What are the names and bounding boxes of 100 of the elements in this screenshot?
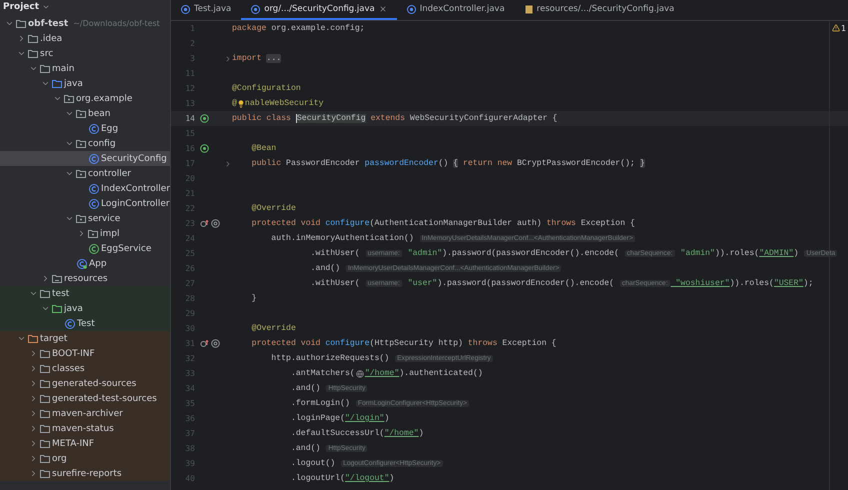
chevron-down-icon[interactable] bbox=[41, 304, 50, 313]
tree-item[interactable]: target bbox=[0, 331, 170, 346]
bean-icon[interactable] bbox=[200, 144, 209, 153]
chevron-right-icon[interactable] bbox=[29, 424, 38, 433]
tree-item[interactable]: maven-status bbox=[0, 421, 170, 436]
tree-label: main bbox=[52, 64, 74, 74]
tree-item[interactable]: Egg bbox=[0, 121, 170, 136]
code-text: configure bbox=[325, 339, 370, 348]
chevron-right-icon[interactable] bbox=[29, 454, 38, 463]
chevron-down-icon[interactable] bbox=[65, 109, 74, 118]
chevron-down-icon[interactable] bbox=[53, 94, 62, 103]
tree-label: service bbox=[88, 214, 120, 224]
code-text: ) bbox=[418, 429, 424, 438]
editor-tab[interactable]: IndexController.java bbox=[396, 0, 515, 20]
tree-item[interactable]: org.example bbox=[0, 91, 170, 106]
tree-item[interactable]: LoginController bbox=[0, 196, 170, 211]
code-text: ).password(passwordEncoder().encode( bbox=[437, 279, 616, 288]
code-text: BCryptPasswordEncoder(); bbox=[517, 159, 636, 168]
code-text: .defaultSuccessUrl( bbox=[290, 429, 384, 438]
tree-item[interactable]: resources bbox=[0, 271, 170, 286]
code-text: ).authenticated() bbox=[399, 369, 483, 378]
tree-item[interactable]: bean bbox=[0, 106, 170, 121]
chevron-right-icon[interactable] bbox=[29, 439, 38, 448]
code-text: .and() bbox=[310, 264, 342, 273]
chevron-down-icon[interactable] bbox=[29, 64, 38, 73]
fold-chevron-icon[interactable] bbox=[224, 54, 232, 62]
tree-item[interactable]: .idea bbox=[0, 31, 170, 46]
tree-item[interactable]: Test bbox=[0, 316, 170, 331]
override-icon[interactable] bbox=[200, 339, 209, 348]
tree-item[interactable]: SecurityConfig bbox=[0, 151, 170, 166]
tree-item[interactable]: src bbox=[0, 46, 170, 61]
chevron-right-icon[interactable] bbox=[29, 469, 38, 478]
chevron-down-icon[interactable] bbox=[41, 79, 50, 88]
tree-item[interactable]: classes bbox=[0, 361, 170, 376]
tree-item[interactable]: IndexController bbox=[0, 181, 170, 196]
chevron-down-icon[interactable] bbox=[65, 139, 74, 148]
tree-item[interactable]: generated-sources bbox=[0, 376, 170, 391]
chevron-down-icon[interactable] bbox=[42, 3, 50, 11]
bean-icon[interactable] bbox=[200, 114, 209, 123]
code-text: @Override bbox=[250, 204, 296, 213]
close-icon[interactable] bbox=[378, 5, 387, 13]
tree-item[interactable]: java bbox=[0, 301, 170, 316]
chevron-down-icon[interactable] bbox=[65, 169, 74, 178]
tree-item[interactable]: BOOT-INF bbox=[0, 346, 170, 361]
tree-label: config bbox=[88, 138, 116, 148]
warning-count[interactable]: 1 bbox=[840, 24, 846, 33]
tree-item[interactable]: App bbox=[0, 256, 170, 271]
panel-title[interactable]: Project bbox=[3, 2, 40, 12]
chevron-down-icon[interactable] bbox=[17, 334, 26, 343]
tree-item[interactable]: test bbox=[0, 286, 170, 301]
chevron-right-icon[interactable] bbox=[29, 379, 38, 388]
code-text: (HttpSecurity http) bbox=[370, 339, 464, 348]
tree-item[interactable]: maven-archiver bbox=[0, 406, 170, 421]
chevron-right-icon[interactable] bbox=[29, 364, 38, 373]
warning-icon[interactable] bbox=[832, 24, 840, 32]
tree-item[interactable]: generated-test-sources bbox=[0, 391, 170, 406]
tree-item[interactable]: META-INF bbox=[0, 436, 170, 451]
chevron-down-icon[interactable] bbox=[65, 214, 74, 223]
chevron-down-icon[interactable] bbox=[5, 19, 14, 28]
lightbulb-icon[interactable] bbox=[236, 100, 245, 108]
editor-tab[interactable]: Test.java bbox=[171, 0, 242, 20]
editor-tab[interactable]: org/.../SecurityConfig.java bbox=[241, 0, 397, 20]
code-text: () bbox=[438, 159, 450, 168]
code-text: .and() bbox=[290, 384, 322, 393]
chevron-right-icon[interactable] bbox=[77, 229, 86, 238]
chevron-down-icon[interactable] bbox=[17, 49, 26, 58]
chevron-right-icon[interactable] bbox=[29, 349, 38, 358]
tree-item[interactable]: controller bbox=[0, 166, 170, 181]
code-text: protected void bbox=[250, 219, 322, 228]
override-icon[interactable] bbox=[200, 219, 209, 228]
tree-item[interactable]: obf-test ~/Downloads/obf-test bbox=[0, 16, 170, 31]
chevron-down-icon[interactable] bbox=[29, 289, 38, 298]
tree-item[interactable]: impl bbox=[0, 226, 170, 241]
tree-label: org bbox=[52, 454, 67, 464]
tree-item[interactable]: service bbox=[0, 211, 170, 226]
tree-item[interactable]: EggService bbox=[0, 241, 170, 256]
tree-item[interactable]: surefire-reports bbox=[0, 466, 170, 481]
tree-item[interactable]: config bbox=[0, 136, 170, 151]
code-text: ) bbox=[384, 414, 390, 423]
folded-code[interactable]: { bbox=[453, 159, 458, 168]
at-sign-icon[interactable] bbox=[211, 219, 220, 228]
folded-code[interactable]: } bbox=[640, 159, 645, 168]
tree-item[interactable]: java bbox=[0, 76, 170, 91]
editor-tab[interactable]: resources/.../SecurityConfig.java bbox=[514, 0, 684, 20]
globe-icon[interactable] bbox=[356, 370, 364, 378]
at-sign-icon[interactable] bbox=[211, 339, 220, 348]
chevron-right-icon[interactable] bbox=[17, 34, 26, 43]
tree-item[interactable]: org bbox=[0, 451, 170, 466]
chevron-right-icon[interactable] bbox=[29, 409, 38, 418]
code-text: @Bean bbox=[250, 144, 276, 153]
code-text: .logout() bbox=[290, 459, 336, 468]
tree-item[interactable]: main bbox=[0, 61, 170, 76]
fold-chevron-icon[interactable] bbox=[224, 160, 232, 168]
chevron-right-icon[interactable] bbox=[29, 394, 38, 403]
folded-code[interactable]: ... bbox=[266, 54, 282, 63]
package-icon bbox=[76, 109, 86, 118]
chevron-right-icon[interactable] bbox=[41, 274, 50, 283]
tree-label: App bbox=[89, 258, 107, 268]
code-text: .withUser( bbox=[310, 279, 361, 288]
package-icon bbox=[76, 214, 86, 223]
